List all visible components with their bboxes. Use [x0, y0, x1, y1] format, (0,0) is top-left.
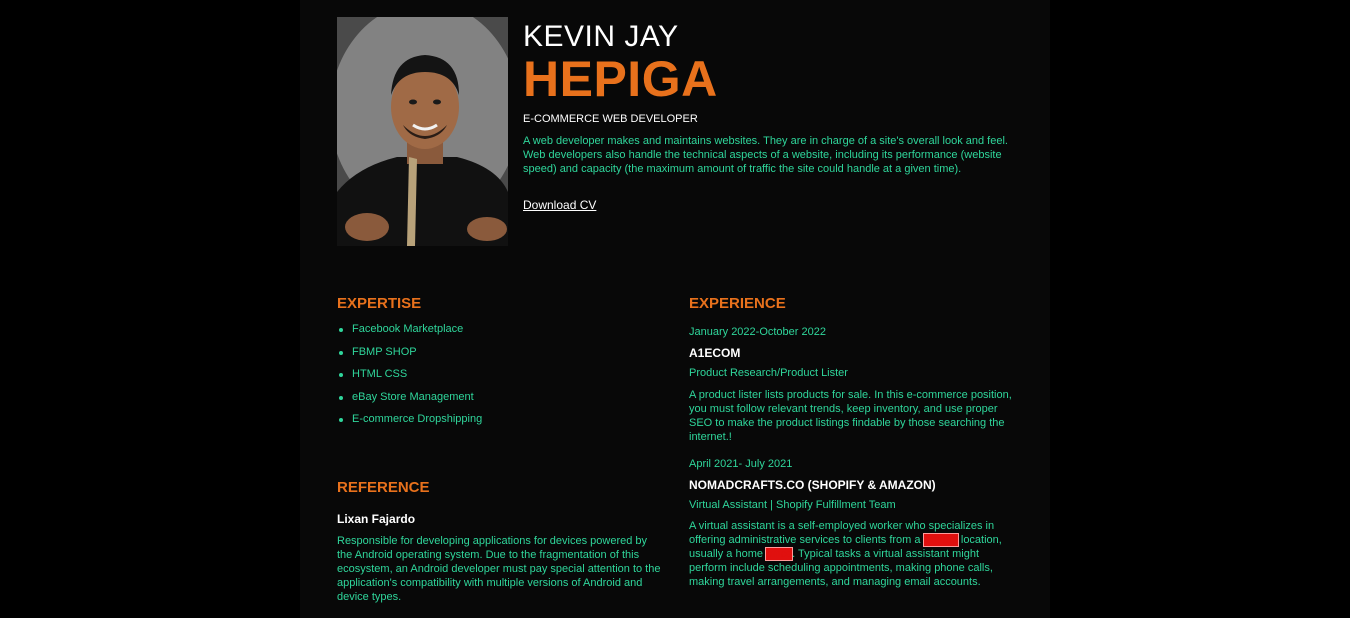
- experience-company: A1ECOM: [689, 346, 741, 360]
- experience-dates: January 2022-October 2022: [689, 326, 826, 338]
- experience-description: A product lister lists products for sale…: [689, 389, 1012, 443]
- experience-company: NOMADCRAFTS.CO (SHOPIFY & AMAZON): [689, 478, 936, 492]
- last-name: HEPIGA: [523, 51, 718, 107]
- resume-page: KEVIN JAY HEPIGA E-COMMERCE WEB DEVELOPE…: [300, 0, 1050, 618]
- expertise-item: FBMP SHOP: [337, 346, 482, 369]
- expertise-item: eBay Store Management: [337, 391, 482, 414]
- experience-heading: EXPERIENCE: [689, 295, 786, 312]
- experience-entry: April 2021- July 2021 NOMADCRAFTS.CO (SH…: [689, 458, 1019, 589]
- reference-name: Lixan Fajardo: [337, 512, 416, 526]
- expertise-list: Facebook Marketplace FBMP SHOP HTML CSS …: [337, 323, 482, 436]
- search-highlight: office: [765, 547, 794, 561]
- expertise-item: E-commerce Dropshipping: [337, 413, 482, 436]
- reference-heading: REFERENCE: [337, 479, 430, 496]
- experience-description: A virtual assistant is a self-employed w…: [689, 519, 1019, 589]
- first-name: KEVIN JAY: [523, 20, 679, 53]
- experience-position: Virtual Assistant | Shopify Fulfillment …: [689, 499, 896, 511]
- search-highlight: remote: [922, 533, 959, 547]
- experience-dates: April 2021- July 2021: [689, 458, 793, 470]
- expertise-heading: EXPERTISE: [337, 295, 422, 312]
- job-role: E-COMMERCE WEB DEVELOPER: [523, 113, 698, 125]
- profile-photo-image: [337, 17, 508, 246]
- download-cv-link[interactable]: Download CV: [523, 198, 596, 212]
- expertise-item: Facebook Marketplace: [337, 323, 482, 346]
- reference-description: Responsible for developing applications …: [337, 535, 661, 603]
- expertise-item: HTML CSS: [337, 368, 482, 391]
- experience-position: Product Research/Product Lister: [689, 367, 848, 379]
- experience-entry: January 2022-October 2022 A1ECOM Product…: [689, 326, 1019, 444]
- bio-text: A web developer makes and maintains webs…: [523, 135, 1008, 175]
- profile-photo: [337, 17, 508, 246]
